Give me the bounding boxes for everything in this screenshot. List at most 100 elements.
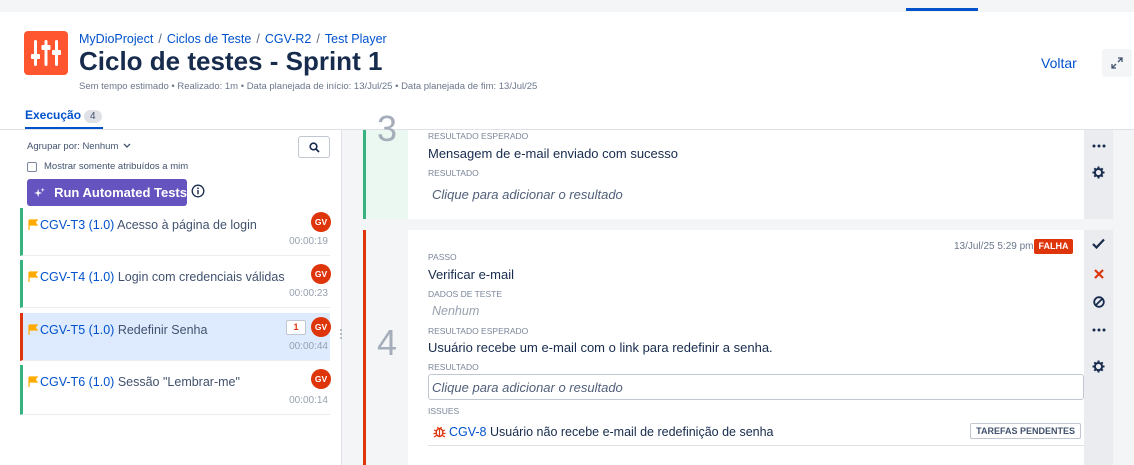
expand-button[interactable] <box>1102 49 1132 77</box>
avatar[interactable]: GV <box>311 369 331 389</box>
checkbox[interactable] <box>27 161 37 172</box>
tab-execution-label: Execução <box>25 108 82 122</box>
avatar[interactable]: GV <box>311 317 331 337</box>
issue-key[interactable]: CGV-8 <box>449 425 487 439</box>
expected-result-value: Mensagem de e-mail enviado com sucesso <box>428 146 679 161</box>
expected-result-value: Usuário recebe um e-mail com o link para… <box>428 340 773 355</box>
only-assigned-checkbox[interactable]: Mostrar somente atribuídos a mim <box>27 161 188 172</box>
tab-execution-count: 4 <box>84 110 102 123</box>
priority-flag-icon <box>28 376 38 387</box>
run-automated-tests-button[interactable]: Run Automated Tests <box>27 179 187 206</box>
issue-status-badge: TAREFAS PENDENTES <box>970 423 1081 439</box>
test-case-title: CGV-T5 (1.0) Redefinir Senha <box>40 323 207 337</box>
test-case-item-selected[interactable]: CGV-T5 (1.0) Redefinir Senha 1 GV 00:00:… <box>20 313 331 361</box>
more-icon <box>1092 144 1105 148</box>
app-logo-icon <box>24 31 68 75</box>
breadcrumb-separator: / <box>316 32 320 46</box>
expected-result-label: Resultado esperado <box>428 326 529 336</box>
step-4-actions <box>1084 230 1113 465</box>
settings-button[interactable] <box>1084 162 1113 182</box>
issues-label: Issues <box>428 406 460 416</box>
tab-active-indicator <box>25 127 103 129</box>
test-data-value: Nenhum <box>432 304 480 318</box>
info-icon[interactable] <box>191 184 205 203</box>
issue-text: CGV-8 Usuário não recebe e-mail de redef… <box>449 425 774 439</box>
test-case-key[interactable]: CGV-T6 (1.0) <box>40 375 114 389</box>
result-placeholder: Clique para adicionar o resultado <box>432 380 623 395</box>
issue-title[interactable]: Usuário não recebe e-mail de redefinição… <box>490 425 774 439</box>
result-input[interactable]: Clique para adicionar o resultado <box>432 187 623 202</box>
group-by-select[interactable]: Agrupar por: Nenhum <box>27 141 131 152</box>
step-label: Passo <box>428 252 457 262</box>
test-case-title: CGV-T3 (1.0) Acesso à página de login <box>40 218 257 232</box>
execution-time: 00:00:19 <box>289 236 328 247</box>
blocked-icon <box>1092 296 1105 308</box>
sparkle-icon <box>34 187 45 197</box>
test-player-panel: 3 Resultado esperado Mensagem de e-mail … <box>343 108 1134 465</box>
avatar[interactable]: GV <box>311 212 331 232</box>
step-number-column: 4 <box>366 230 408 465</box>
step-value: Verificar e-mail <box>428 267 514 282</box>
test-case-name: Redefinir Senha <box>117 323 208 337</box>
step-status-badge: FALHA <box>1034 239 1073 254</box>
group-by-label: Agrupar por: Nenhum <box>27 141 119 152</box>
gear-icon <box>1092 166 1105 178</box>
settings-button[interactable] <box>1084 356 1113 376</box>
issue-count-badge: 1 <box>286 320 306 335</box>
breadcrumb-project[interactable]: MyDioProject <box>79 32 153 46</box>
priority-flag-icon <box>28 219 38 230</box>
breadcrumb-separator: / <box>256 32 260 46</box>
linked-issue-row[interactable]: CGV-8 Usuário não recebe e-mail de redef… <box>428 420 1084 446</box>
test-case-title: CGV-T4 (1.0) Login com credenciais válid… <box>40 270 285 284</box>
breadcrumb-separator: / <box>158 32 162 46</box>
test-case-item[interactable]: CGV-T4 (1.0) Login com credenciais válid… <box>20 260 331 308</box>
search-icon <box>308 141 320 153</box>
breadcrumb: MyDioProject / Ciclos de Teste / CGV-R2 / Test… <box>79 32 387 46</box>
priority-flag-icon <box>28 271 38 282</box>
mark-blocked-button[interactable] <box>1084 292 1113 312</box>
run-automated-tests-label: Run Automated Tests <box>54 185 187 200</box>
step-3-actions <box>1084 130 1113 219</box>
only-assigned-label: Mostrar somente atribuídos a mim <box>44 161 189 172</box>
check-icon <box>1092 238 1105 249</box>
test-step-3: 3 Resultado esperado Mensagem de e-mail … <box>363 108 1084 219</box>
step-execution-date: 13/Jul/25 5:29 pm <box>954 241 1034 252</box>
gear-icon <box>1092 360 1105 372</box>
page-title: Ciclo de testes - Sprint 1 <box>79 46 383 76</box>
more-options-button[interactable] <box>1084 136 1113 156</box>
test-case-key[interactable]: CGV-T5 (1.0) <box>40 323 114 337</box>
close-icon <box>1093 269 1104 279</box>
search-button[interactable] <box>298 136 330 158</box>
tab-execution[interactable]: Execução 4 <box>25 108 102 123</box>
test-case-item[interactable]: CGV-T6 (1.0) Sessão "Lembrar-me" GV 00:0… <box>20 365 331 415</box>
result-input[interactable]: Clique para adicionar o resultado <box>428 374 1084 400</box>
top-nav-active-indicator <box>906 8 978 11</box>
step-number: 4 <box>376 322 398 363</box>
top-navigation <box>0 0 1134 12</box>
breadcrumb-cycles[interactable]: Ciclos de Teste <box>167 32 252 46</box>
test-case-list-panel: Agrupar por: Nenhum Mostrar somente atri… <box>0 130 342 465</box>
execution-time: 00:00:14 <box>289 395 328 406</box>
breadcrumb-cycle-key[interactable]: CGV-R2 <box>265 32 312 46</box>
test-case-name: Acesso à página de login <box>117 218 257 232</box>
mark-fail-button[interactable] <box>1084 264 1113 284</box>
test-case-key[interactable]: CGV-T4 (1.0) <box>40 270 114 284</box>
back-link[interactable]: Voltar <box>1041 55 1077 71</box>
step-number: 3 <box>376 108 398 149</box>
cycle-meta: Sem tempo estimado • Realizado: 1m • Dat… <box>79 81 538 92</box>
test-case-title: CGV-T6 (1.0) Sessão "Lembrar-me" <box>40 375 240 389</box>
chevron-down-icon <box>123 144 131 149</box>
test-case-name: Sessão "Lembrar-me" <box>117 375 240 389</box>
more-icon <box>1092 328 1105 332</box>
page-header: MyDioProject / Ciclos de Teste / CGV-R2 / Test… <box>0 12 1134 130</box>
avatar[interactable]: GV <box>311 264 331 284</box>
test-step-4: 4 13/Jul/25 5:29 pm FALHA Passo Verifica… <box>363 230 1084 465</box>
step-number-column: 3 <box>366 108 408 219</box>
test-case-key[interactable]: CGV-T3 (1.0) <box>40 218 114 232</box>
bug-icon <box>433 426 446 438</box>
execution-time: 00:00:44 <box>289 341 328 352</box>
mark-pass-button[interactable] <box>1084 233 1113 253</box>
breadcrumb-player[interactable]: Test Player <box>325 32 387 46</box>
test-case-item[interactable]: CGV-T3 (1.0) Acesso à página de login GV… <box>20 208 331 256</box>
more-options-button[interactable] <box>1084 320 1113 340</box>
